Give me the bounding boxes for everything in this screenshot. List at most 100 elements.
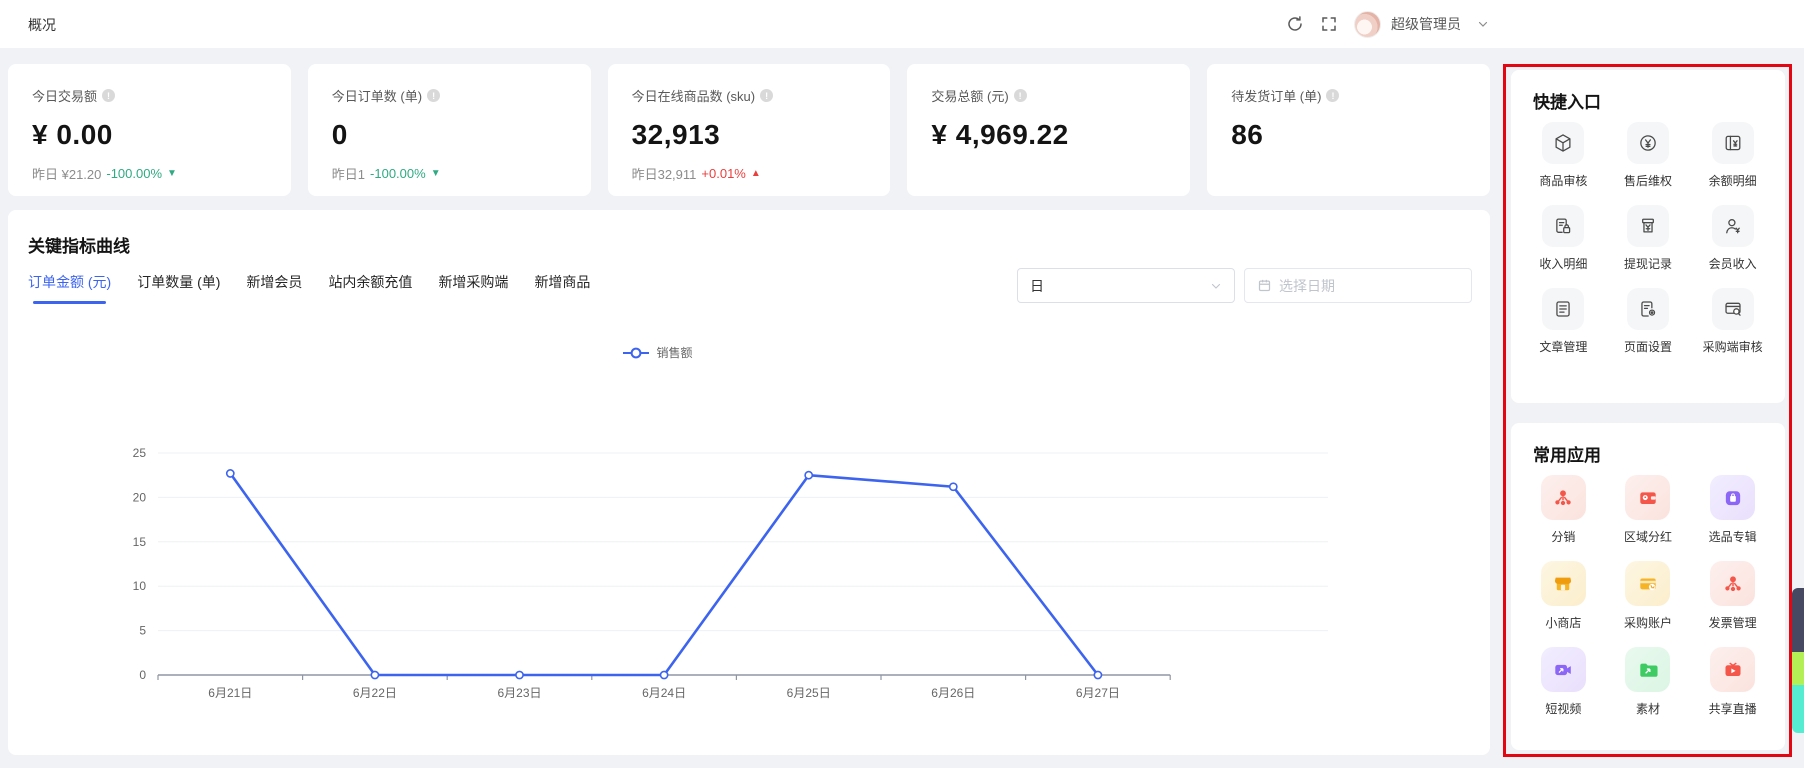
- item-label: 采购端审核: [1703, 338, 1763, 355]
- top-header: 概况 超级管理员: [0, 0, 1804, 48]
- app-item-6[interactable]: 发票管理: [1690, 561, 1775, 631]
- stat-delta: -100.00%: [370, 166, 426, 181]
- item-label: 提现记录: [1624, 255, 1672, 272]
- tab-3[interactable]: 新增会员: [246, 272, 302, 302]
- app-item-4[interactable]: 小商店: [1521, 561, 1606, 631]
- svg-text:6月24日: 6月24日: [642, 686, 686, 700]
- svg-text:10: 10: [133, 579, 147, 593]
- item-label: 收入明细: [1539, 255, 1587, 272]
- app-item-3[interactable]: 选品专辑: [1690, 475, 1775, 545]
- svg-text:6月23日: 6月23日: [497, 686, 541, 700]
- live-tv-icon: [1710, 647, 1755, 692]
- tab-1[interactable]: 订单金额 (元): [28, 272, 111, 302]
- app-item-9[interactable]: 共享直播: [1690, 647, 1775, 717]
- quick-item-1[interactable]: 商品审核: [1521, 122, 1606, 189]
- app-item-2[interactable]: 区域分红: [1606, 475, 1691, 545]
- stats-row: 今日交易额!¥ 0.00昨日 ¥21.20-100.00%▼今日订单数 (单)!…: [8, 64, 1490, 196]
- stat-value: 32,913: [632, 119, 867, 151]
- trend-arrow-icon: ▼: [167, 168, 177, 179]
- section-title: 关键指标曲线: [28, 232, 130, 257]
- widget-segment-green: [1792, 652, 1804, 685]
- period-select[interactable]: 日: [1017, 268, 1235, 303]
- tab-4[interactable]: 站内余额充值: [328, 272, 412, 302]
- item-label: 会员收入: [1709, 255, 1757, 272]
- svg-text:6月22日: 6月22日: [353, 686, 397, 700]
- stat-yesterday: 昨日 ¥21.20-100.00%▼: [32, 164, 177, 183]
- quick-item-9[interactable]: 采购端审核: [1690, 288, 1775, 355]
- svg-text:6月27日: 6月27日: [1076, 686, 1120, 700]
- page-title: 概况: [28, 15, 56, 35]
- quick-item-7[interactable]: 文章管理: [1521, 288, 1606, 355]
- item-label: 商品审核: [1539, 172, 1587, 189]
- item-label: 选品专辑: [1709, 528, 1757, 545]
- stat-label: 今日在线商品数 (sku)!: [632, 86, 867, 105]
- stat-label: 今日交易额!: [32, 86, 267, 105]
- item-label: 页面设置: [1624, 338, 1672, 355]
- date-placeholder: 选择日期: [1279, 276, 1335, 296]
- date-picker-input[interactable]: 选择日期: [1244, 268, 1472, 303]
- invoice-network-icon: [1710, 561, 1755, 606]
- quick-item-5[interactable]: 提现记录: [1606, 205, 1691, 272]
- withdraw-box-icon: [1627, 205, 1669, 247]
- svg-text:20: 20: [133, 490, 147, 504]
- app-item-1[interactable]: 分销: [1521, 475, 1606, 545]
- app-item-8[interactable]: 素材: [1606, 647, 1691, 717]
- stat-card: 今日交易额!¥ 0.00昨日 ¥21.20-100.00%▼: [8, 64, 291, 196]
- stat-yesterday: 昨日1-100.00%▼: [332, 164, 441, 183]
- svg-text:6月25日: 6月25日: [787, 686, 831, 700]
- info-icon[interactable]: !: [102, 89, 115, 102]
- item-label: 素材: [1636, 700, 1660, 717]
- info-icon[interactable]: !: [1326, 89, 1339, 102]
- svg-text:6月26日: 6月26日: [931, 686, 975, 700]
- app-item-5[interactable]: 采购账户: [1606, 561, 1691, 631]
- chart-legend: 销售额: [8, 344, 1308, 361]
- stat-delta: -100.00%: [106, 166, 162, 181]
- svg-text:5: 5: [139, 624, 146, 638]
- user-name[interactable]: 超级管理员: [1391, 14, 1461, 34]
- stat-value: 0: [332, 119, 567, 151]
- tab-5[interactable]: 新增采购端: [438, 272, 508, 302]
- common-apps-grid: 分销 区域分红 选品专辑小商店 采购账户发票管理短视频 素材 共享直播: [1521, 475, 1775, 717]
- quick-item-2[interactable]: 售后维权: [1606, 122, 1691, 189]
- tab-2[interactable]: 订单数量 (单): [137, 272, 220, 302]
- item-label: 区域分红: [1624, 528, 1672, 545]
- svg-text:15: 15: [133, 535, 147, 549]
- item-label: 小商店: [1545, 614, 1581, 631]
- avatar[interactable]: [1354, 11, 1381, 38]
- quick-item-8[interactable]: 页面设置: [1606, 288, 1691, 355]
- item-label: 分销: [1551, 528, 1575, 545]
- stat-label: 交易总额 (元)!: [931, 86, 1166, 105]
- quick-item-6[interactable]: 会员收入: [1690, 205, 1775, 272]
- storefront-icon: [1541, 561, 1586, 606]
- info-icon[interactable]: !: [427, 89, 440, 102]
- key-metrics-card: 关键指标曲线 订单金额 (元) 订单数量 (单) 新增会员站内余额充值新增采购端新增…: [8, 210, 1490, 755]
- line-chart-canvas[interactable]: 05101520256月21日6月22日6月23日6月24日6月25日6月26日…: [8, 370, 1490, 720]
- stat-card: 待发货订单 (单)!86: [1207, 64, 1490, 196]
- app-item-7[interactable]: 短视频: [1521, 647, 1606, 717]
- fullscreen-icon[interactable]: [1320, 15, 1338, 33]
- share-network-icon: [1541, 475, 1586, 520]
- item-label: 文章管理: [1539, 338, 1587, 355]
- tab-6[interactable]: 新增商品: [534, 272, 590, 302]
- chevron-down-icon: [1210, 280, 1222, 292]
- quick-item-3[interactable]: 余额明细: [1690, 122, 1775, 189]
- stat-yesterday: 昨日32,911+0.01%▲: [632, 164, 761, 183]
- legend-item-sales[interactable]: 销售额: [623, 344, 692, 361]
- wallet-pin-icon: [1625, 475, 1670, 520]
- quick-item-4[interactable]: 收入明细: [1521, 205, 1606, 272]
- svg-text:6月21日: 6月21日: [208, 686, 252, 700]
- info-icon[interactable]: !: [1014, 89, 1027, 102]
- svg-text:25: 25: [133, 446, 147, 460]
- info-icon[interactable]: !: [760, 89, 773, 102]
- floating-side-widget[interactable]: [1792, 588, 1804, 733]
- item-label: 短视频: [1545, 700, 1581, 717]
- quick-entry-card: 快捷入口 商品审核售后维权余额明细收入明细提现记录会员收入文章管理页面设置采购端…: [1511, 70, 1785, 403]
- stat-value: ¥ 0.00: [32, 119, 267, 151]
- chevron-down-icon[interactable]: [1477, 18, 1489, 30]
- stat-card: 交易总额 (元)!¥ 4,969.22: [907, 64, 1190, 196]
- refresh-icon[interactable]: [1286, 15, 1304, 33]
- stat-label: 待发货订单 (单)!: [1231, 86, 1466, 105]
- item-label: 售后维权: [1624, 172, 1672, 189]
- card-search-icon: [1712, 288, 1754, 330]
- stat-card: 今日订单数 (单)!0昨日1-100.00%▼: [308, 64, 591, 196]
